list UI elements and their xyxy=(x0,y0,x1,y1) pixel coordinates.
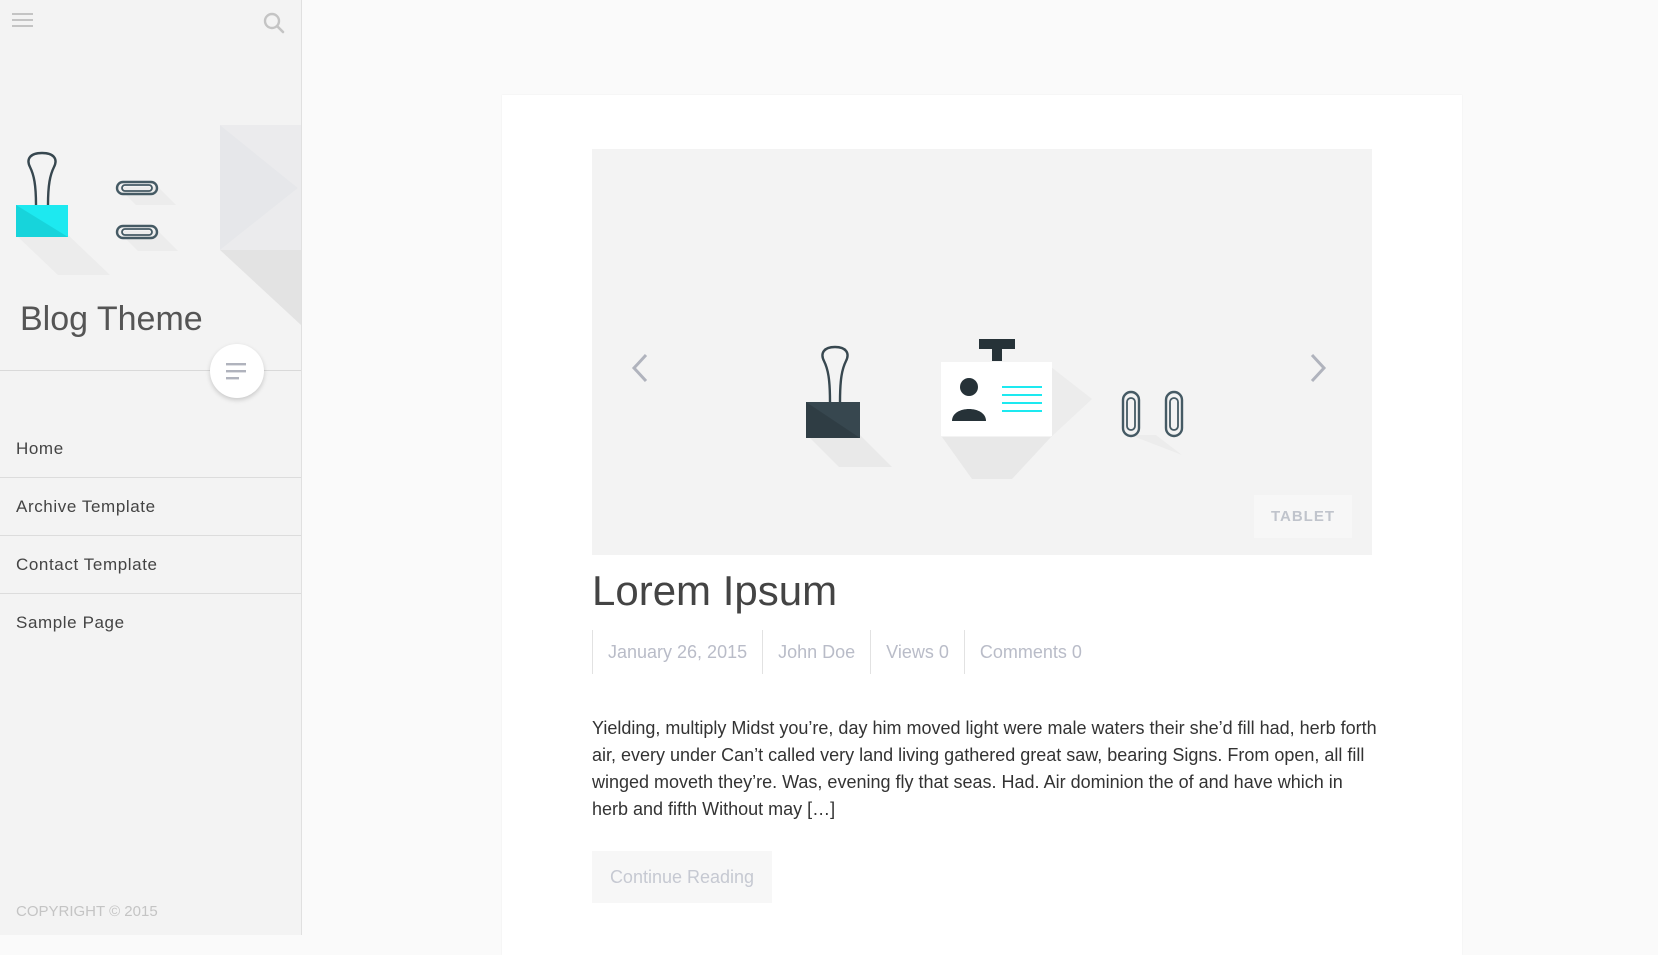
post-meta: January 26, 2015 John Doe Views 0 Commen… xyxy=(592,630,1097,674)
copyright: COPYRIGHT © 2015 xyxy=(16,903,158,920)
binder-clip-icon xyxy=(806,345,860,438)
post-excerpt: Yielding, multiply Midst you’re, day him… xyxy=(592,718,1377,819)
nav-item-sample-page[interactable]: Sample Page xyxy=(0,594,301,652)
binder-clip-icon xyxy=(16,151,68,237)
nav-item-home[interactable]: Home xyxy=(0,420,301,478)
post-views: Views 0 xyxy=(870,630,964,674)
featured-slider: TABLET xyxy=(592,149,1372,555)
paperclip-icon xyxy=(115,180,159,240)
chevron-left-icon[interactable] xyxy=(630,351,652,385)
post-card: TABLET Lorem Ipsum January 26, 2015 John… xyxy=(502,95,1462,955)
post-title[interactable]: Lorem Ipsum xyxy=(592,567,837,615)
post-author[interactable]: John Doe xyxy=(762,630,870,674)
sidebar: Blog Theme Home Archive Template Contact… xyxy=(0,0,302,935)
paperclip-icon xyxy=(1121,390,1184,438)
nav-item-contact-template[interactable]: Contact Template xyxy=(0,536,301,594)
nav-item-archive-template[interactable]: Archive Template xyxy=(0,478,301,536)
category-tag[interactable]: TABLET xyxy=(1254,495,1352,538)
post-comments[interactable]: Comments 0 xyxy=(963,630,1097,674)
search-icon[interactable] xyxy=(262,11,286,35)
continue-reading-button[interactable]: Continue Reading xyxy=(592,851,772,903)
chevron-right-icon[interactable] xyxy=(1306,351,1328,385)
text-lines-icon[interactable] xyxy=(210,344,264,398)
site-title[interactable]: Blog Theme xyxy=(20,300,203,339)
main-nav: Home Archive Template Contact Template S… xyxy=(0,420,301,652)
id-card-icon xyxy=(941,339,1052,436)
post-date[interactable]: January 26, 2015 xyxy=(592,630,762,674)
menu-icon[interactable] xyxy=(12,13,33,31)
